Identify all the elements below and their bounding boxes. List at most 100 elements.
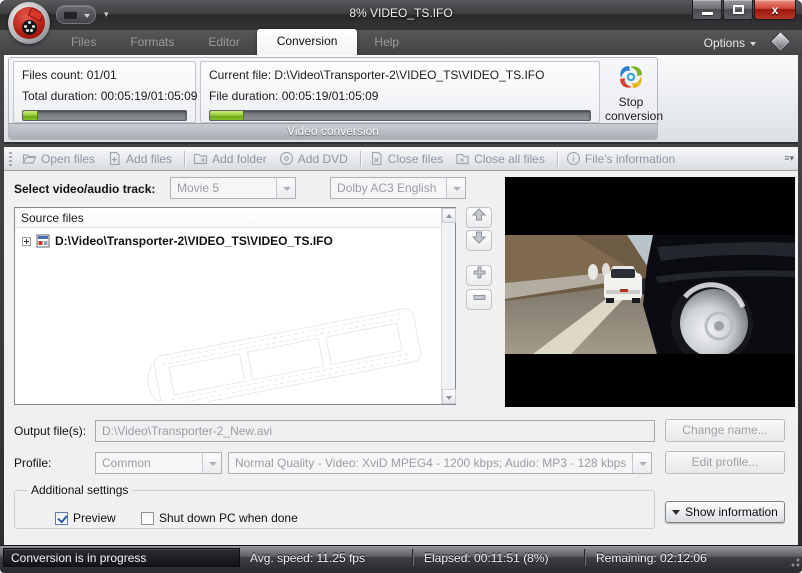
audio-track-select[interactable]: Dolby AC3 English	[330, 177, 466, 199]
app-menu-button[interactable]	[8, 2, 50, 44]
show-information-button[interactable]: Show information	[665, 501, 785, 523]
window-title: 8% VIDEO_TS.IFO	[0, 6, 802, 20]
overall-progress-group: Files count: 01/01 Total duration: 00:05…	[13, 61, 196, 123]
additional-settings-legend: Additional settings	[27, 483, 132, 497]
chevron-down-icon	[202, 453, 221, 473]
conversion-panel: Files count: 01/01 Total duration: 00:05…	[8, 57, 658, 140]
file-information-button[interactable]: File's information	[562, 149, 683, 169]
help-diamond-icon[interactable]	[770, 31, 791, 52]
profile-preset-select[interactable]: Normal Quality - Video: XviD MPEG4 - 120…	[228, 452, 652, 474]
additional-settings-group: Additional settings Preview Shut down PC…	[14, 483, 655, 529]
titlebar[interactable]: 8% VIDEO_TS.IFO x ▾	[0, 0, 802, 30]
open-files-button[interactable]: Open files	[18, 149, 103, 169]
add-item-button[interactable]	[466, 265, 492, 286]
profile-label: Profile:	[14, 456, 51, 470]
quick-access-button[interactable]	[56, 5, 96, 24]
source-files-list[interactable]: Source files	[14, 207, 456, 405]
toolbar-separator	[184, 151, 185, 167]
output-file-input[interactable]: D:\Video\Transporter-2_New.avi	[95, 420, 655, 442]
chevron-down-icon	[750, 42, 756, 46]
triangle-down-icon	[672, 510, 680, 515]
app-logo-icon	[13, 7, 45, 39]
statusbar-divider	[584, 549, 585, 566]
change-name-button[interactable]: Change name...	[665, 419, 785, 442]
minus-icon	[473, 294, 486, 301]
preview-checkbox-row[interactable]: Preview	[55, 511, 116, 525]
file-progress-bar	[209, 110, 591, 121]
toolbar-separator	[557, 151, 558, 167]
remaining-text: Remaining: 02:12:06	[596, 551, 707, 565]
close-button[interactable]: x	[754, 0, 796, 20]
app-window: 8% VIDEO_TS.IFO x ▾ Files Formats Editor…	[0, 0, 802, 573]
video-preview[interactable]	[505, 177, 795, 407]
info-icon	[566, 151, 581, 166]
quick-access-icon	[64, 11, 77, 19]
add-dvd-button[interactable]: Add DVD	[275, 149, 356, 169]
files-count-text: Files count: 01/01	[22, 68, 187, 82]
tab-help[interactable]: Help	[357, 30, 416, 55]
source-file-row[interactable]: D:\Video\Transporter-2\VIDEO_TS\VIDEO_TS…	[15, 234, 333, 248]
maximize-button[interactable]	[723, 0, 753, 20]
chevron-down-icon	[84, 14, 90, 18]
close-all-files-icon	[455, 151, 470, 166]
shutdown-checkbox-row[interactable]: Shut down PC when done	[141, 511, 298, 525]
profile-category-select[interactable]: Common	[95, 452, 222, 474]
edit-profile-button[interactable]: Edit profile...	[665, 451, 785, 474]
add-files-button[interactable]: Add files	[103, 149, 180, 169]
tab-conversion[interactable]: Conversion	[257, 29, 358, 55]
main-content: Select video/audio track: Movie 5 Dolby …	[4, 171, 798, 545]
total-progress-bar	[22, 110, 187, 121]
preview-checkbox[interactable]	[55, 512, 68, 525]
plus-icon	[473, 266, 486, 279]
dvd-disc-icon	[279, 151, 294, 166]
panel-caption: Video conversion	[9, 123, 657, 139]
toolbar-grip-handle[interactable]	[9, 152, 12, 166]
file-toolbar: Open files Add files Add folder Add DVD …	[4, 147, 798, 171]
tab-files[interactable]: Files	[54, 30, 113, 55]
options-menu[interactable]: Options	[704, 36, 756, 50]
conversion-status-text: Conversion is in progress	[3, 548, 240, 567]
total-duration-text: Total duration: 00:05:19/01:05:09	[22, 89, 187, 103]
close-files-button[interactable]: Close files	[365, 149, 451, 169]
preview-label: Preview	[73, 511, 116, 525]
list-scrollbar[interactable]	[441, 208, 455, 404]
add-folder-button[interactable]: Add folder	[189, 149, 275, 169]
minimize-button[interactable]	[692, 0, 722, 20]
filmstrip-watermark	[137, 307, 437, 402]
stop-conversion-button[interactable]: Stop conversion	[605, 62, 657, 124]
track-select-label: Select video/audio track:	[14, 182, 155, 196]
source-file-path: D:\Video\Transporter-2\VIDEO_TS\VIDEO_TS…	[55, 234, 333, 248]
ribbon: Files count: 01/01 Total duration: 00:05…	[4, 55, 798, 144]
move-down-button[interactable]	[466, 230, 492, 251]
expand-icon[interactable]	[22, 237, 31, 246]
scroll-down-icon[interactable]	[442, 389, 456, 404]
move-up-button[interactable]	[466, 207, 492, 228]
video-file-icon	[36, 234, 50, 248]
tab-editor[interactable]: Editor	[191, 30, 256, 55]
chevron-down-icon	[446, 178, 465, 198]
shutdown-label: Shut down PC when done	[159, 511, 298, 525]
menu-tab-bar: Files Formats Editor Conversion Help Opt…	[0, 30, 802, 55]
status-bar: Conversion is in progress Avg. speed: 11…	[0, 545, 802, 569]
file-duration-text: File duration: 00:05:19/01:05:09	[209, 89, 591, 103]
folder-icon	[193, 151, 208, 166]
source-files-header: Source files	[15, 208, 455, 228]
close-all-files-button[interactable]: Close all files	[451, 149, 553, 169]
shutdown-checkbox[interactable]	[141, 512, 154, 525]
add-file-icon	[107, 151, 122, 166]
remove-item-button[interactable]	[466, 289, 492, 310]
statusbar-divider	[412, 549, 413, 566]
scroll-up-icon[interactable]	[442, 208, 456, 223]
quick-access-customize-icon[interactable]: ▾	[104, 9, 114, 19]
toolbar-overflow-button[interactable]: ≡▾	[784, 153, 794, 164]
toolbar-separator	[360, 151, 361, 167]
arrow-up-icon	[472, 208, 486, 221]
current-file-group: Current file: D:\Video\Transporter-2\VID…	[200, 61, 600, 123]
resize-grip[interactable]	[788, 555, 800, 567]
current-file-text: Current file: D:\Video\Transporter-2\VID…	[209, 68, 591, 82]
avg-speed-text: Avg. speed: 11.25 fps	[250, 551, 365, 565]
video-track-select[interactable]: Movie 5	[170, 177, 296, 199]
tab-formats[interactable]: Formats	[113, 30, 191, 55]
elapsed-text: Elapsed: 00:11:51 (8%)	[424, 551, 549, 565]
output-files-label: Output file(s):	[14, 424, 86, 438]
